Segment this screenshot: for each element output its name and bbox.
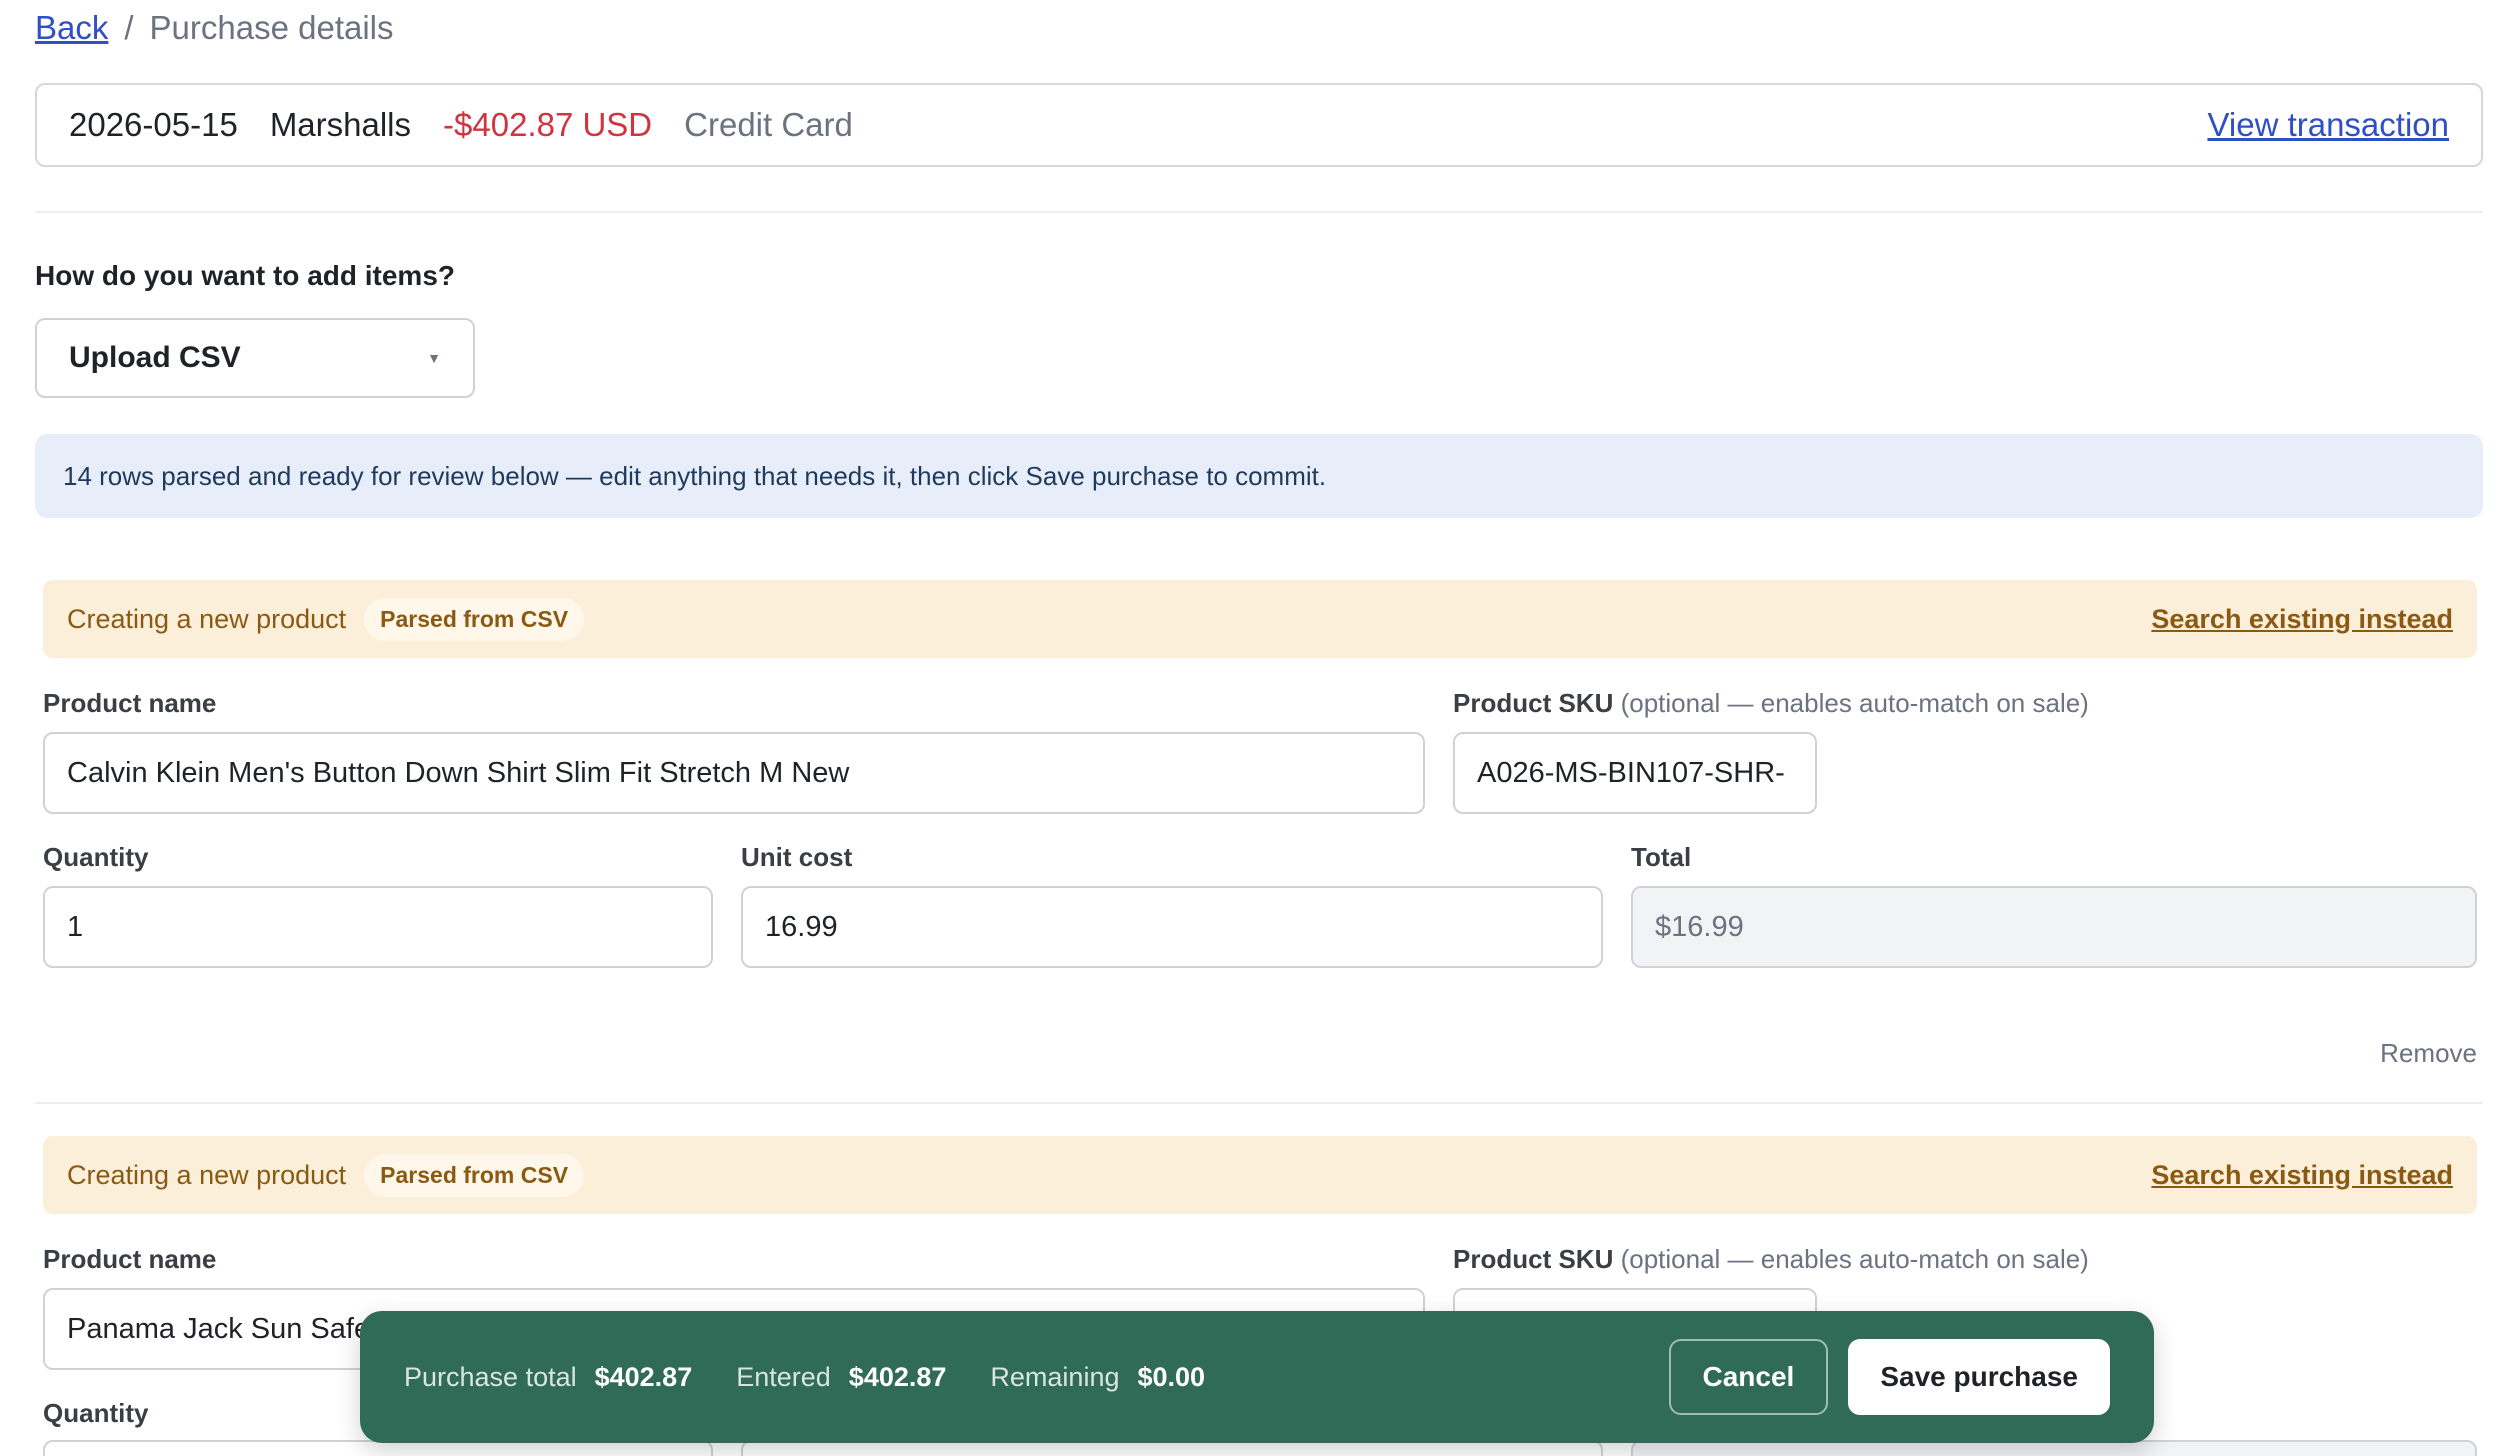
status-badge: Parsed from CSV <box>364 597 585 641</box>
remaining-value: $0.00 <box>1137 1361 1206 1392</box>
transaction-amount: -$402.87 USD <box>443 106 653 143</box>
divider <box>35 211 2483 213</box>
cancel-button[interactable]: Cancel <box>1668 1339 1829 1415</box>
add-items-question: How do you want to add items? <box>35 260 455 291</box>
total-readonly: $16.99 <box>1631 886 2477 968</box>
product-sku-optional-hint: (optional — enables auto-match on sale) <box>1620 688 2089 718</box>
breadcrumb-separator: / <box>124 9 134 46</box>
product-sku-input[interactable]: A026-MS-BIN107-SHR- <box>1453 732 1817 814</box>
chevron-down-icon: ▼ <box>427 350 441 366</box>
remaining-label: Remaining <box>990 1361 1120 1392</box>
total-label: Total <box>1631 842 1692 872</box>
info-banner: 14 rows parsed and ready for review belo… <box>35 434 2483 518</box>
add-mode-select[interactable]: Upload CSV ▼ <box>35 318 475 398</box>
breadcrumb-current: Purchase details <box>149 9 394 46</box>
transaction-summary: 2026-05-15 Marshalls -$402.87 USD Credit… <box>35 83 2483 167</box>
remove-item-button[interactable]: Remove <box>2380 1038 2477 1069</box>
transaction-merchant: Marshalls <box>269 106 412 143</box>
entered-label: Entered <box>736 1361 831 1392</box>
entered-value: $402.87 <box>848 1361 947 1392</box>
item-card: Creating a new product Parsed from CSV S… <box>43 580 2477 1080</box>
product-name-label: Product name <box>43 688 217 718</box>
product-name-input[interactable]: Calvin Klein Men's Button Down Shirt Sli… <box>43 732 1425 814</box>
purchase-footer-bar: Purchase total $402.87 Entered $402.87 R… <box>360 1311 2154 1443</box>
purchase-total-value: $402.87 <box>594 1361 693 1392</box>
product-sku-label-text: Product SKU <box>1453 688 1614 718</box>
add-mode-value: Upload CSV <box>69 341 241 374</box>
product-sku-label-text: Product SKU <box>1453 1244 1614 1274</box>
search-existing-link[interactable]: Search existing instead <box>2151 1160 2453 1191</box>
item-header: Creating a new product Parsed from CSV S… <box>43 1136 2477 1214</box>
status-badge: Parsed from CSV <box>364 1153 585 1197</box>
quantity-label: Quantity <box>43 1398 149 1428</box>
unit-cost-input[interactable]: 16.99 <box>741 886 1603 968</box>
purchase-total-label: Purchase total <box>404 1361 577 1392</box>
breadcrumb: Back / Purchase details <box>35 8 394 48</box>
transaction-method: Credit Card <box>684 106 853 143</box>
item-status: Creating a new product <box>67 1159 347 1190</box>
product-sku-label: Product SKU (optional — enables auto-mat… <box>1453 688 2089 719</box>
product-sku-label: Product SKU (optional — enables auto-mat… <box>1453 1244 2089 1275</box>
item-header: Creating a new product Parsed from CSV S… <box>43 580 2477 658</box>
product-name-label: Product name <box>43 1244 217 1274</box>
back-link[interactable]: Back <box>35 8 108 48</box>
item-status: Creating a new product <box>67 603 347 634</box>
transaction-date: 2026-05-15 <box>69 106 238 143</box>
search-existing-link[interactable]: Search existing instead <box>2151 604 2453 635</box>
save-purchase-button[interactable]: Save purchase <box>1848 1339 2110 1415</box>
unit-cost-label: Unit cost <box>741 842 853 872</box>
view-transaction-link[interactable]: View transaction <box>2207 106 2449 144</box>
product-sku-optional-hint: (optional — enables auto-match on sale) <box>1620 1244 2089 1274</box>
quantity-label: Quantity <box>43 842 149 872</box>
quantity-input[interactable]: 1 <box>43 886 713 968</box>
divider <box>35 1102 2483 1104</box>
